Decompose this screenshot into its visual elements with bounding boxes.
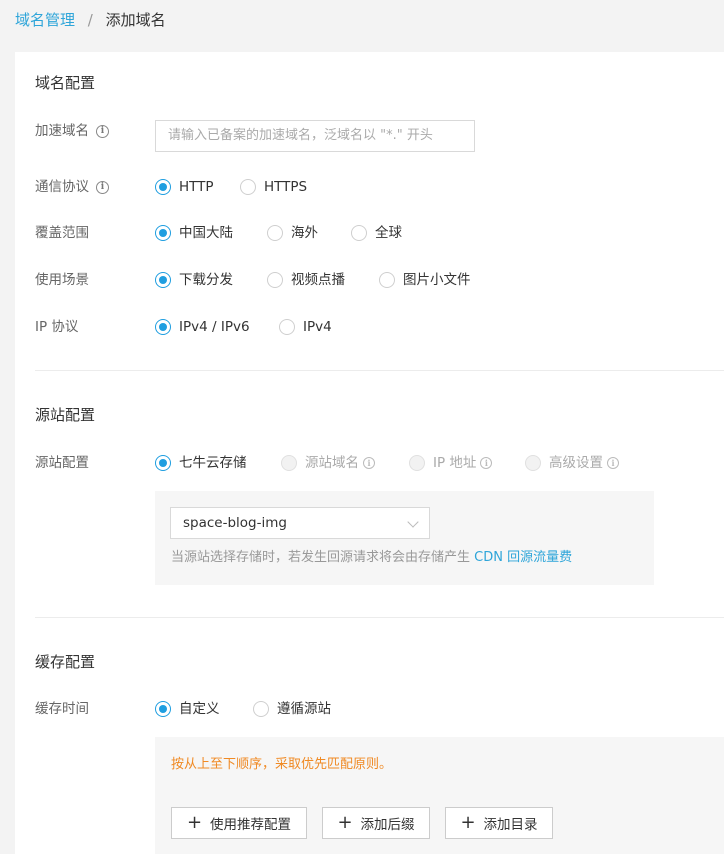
radio-vod[interactable]: 视频点播: [267, 270, 345, 290]
label-ip-protocol: IP 协议: [35, 317, 78, 337]
radio-checked-icon: [155, 179, 171, 195]
radio-custom[interactable]: 自定义: [155, 699, 220, 719]
breadcrumb-current: 添加域名: [105, 11, 166, 29]
info-icon[interactable]: i: [607, 457, 619, 469]
radio-label: 自定义: [179, 701, 220, 717]
cache-rule-hint: 按从上至下顺序，采取优先匹配原则。: [171, 757, 393, 772]
radio-label: 遵循源站: [277, 701, 331, 717]
radio-checked-icon: [155, 701, 171, 717]
add-directory-button[interactable]: + 添加目录: [445, 807, 553, 839]
accel-domain-input[interactable]: 请输入已备案的加速域名，泛域名以 "*." 开头: [155, 120, 475, 152]
label-text: IP 协议: [35, 319, 79, 335]
main-panel: 域名配置 加速域名 i 请输入已备案的加速域名，泛域名以 "*." 开头 通信协…: [15, 52, 724, 854]
breadcrumb-separator: /: [87, 11, 93, 29]
add-suffix-button[interactable]: + 添加后缀: [322, 807, 430, 839]
breadcrumb-domain-management[interactable]: 域名管理: [15, 11, 75, 29]
plus-icon: +: [186, 812, 203, 833]
label-text: 源站配置: [35, 455, 89, 471]
radio-disabled-icon: [525, 455, 541, 471]
radio-ipv4-ipv6[interactable]: IPv4 / IPv6: [155, 317, 250, 337]
button-label: 添加目录: [483, 817, 538, 833]
radio-checked-icon: [155, 319, 171, 335]
radio-label: IPv4: [303, 319, 332, 335]
section-title-domain: 域名配置: [35, 74, 96, 92]
button-label: 添加后缀: [360, 817, 415, 833]
info-icon[interactable]: i: [96, 124, 109, 138]
radio-checked-icon: [155, 272, 171, 288]
origin-detail-box: space-blog-img 当源站选择存储时，若发生回源请求将会由存储产生 C…: [155, 491, 654, 585]
radio-unchecked-icon: [351, 225, 367, 241]
radio-label: IP 地址: [433, 455, 477, 471]
radio-follow-origin[interactable]: 遵循源站: [253, 699, 331, 719]
info-icon[interactable]: i: [363, 457, 375, 469]
radio-label: 海外: [291, 225, 318, 241]
label-scenario: 使用场景: [35, 270, 89, 290]
radio-unchecked-icon: [267, 272, 283, 288]
label-text: 使用场景: [35, 272, 89, 288]
label-cache-time: 缓存时间: [35, 699, 89, 719]
radio-label: 高级设置: [549, 455, 603, 471]
info-icon[interactable]: i: [96, 180, 109, 194]
radio-qiniu-storage[interactable]: 七牛云存储: [155, 453, 247, 473]
radio-label: 全球: [375, 225, 402, 241]
radio-label: 图片小文件: [403, 272, 471, 288]
breadcrumb: 域名管理 / 添加域名: [15, 9, 166, 31]
label-text: 缓存时间: [35, 701, 89, 717]
radio-ipv4[interactable]: IPv4: [279, 317, 332, 337]
radio-global[interactable]: 全球: [351, 223, 402, 243]
radio-disabled-icon: [281, 455, 297, 471]
radio-label: HTTPS: [264, 179, 308, 195]
origin-fee-link[interactable]: CDN 回源流量费: [474, 550, 572, 565]
plus-icon: +: [337, 812, 353, 833]
cache-rules-box: 按从上至下顺序，采取优先匹配原则。 + 使用推荐配置 + 添加后缀 + 添加目录: [155, 737, 724, 854]
section-title-cache: 缓存配置: [35, 653, 96, 671]
divider: [35, 617, 724, 618]
label-text: 通信协议: [35, 179, 89, 195]
chevron-down-icon: [407, 516, 419, 528]
radio-unchecked-icon: [240, 179, 256, 195]
section-title-origin: 源站配置: [35, 406, 96, 424]
radio-https[interactable]: HTTPS: [240, 177, 307, 197]
radio-ip-address: IP 地址 i: [409, 453, 493, 473]
radio-label: HTTP: [179, 179, 214, 195]
button-label: 使用推荐配置: [210, 817, 292, 833]
radio-unchecked-icon: [379, 272, 395, 288]
plus-icon: +: [460, 812, 476, 833]
label-origin: 源站配置: [35, 453, 89, 473]
radio-small-files[interactable]: 图片小文件: [379, 270, 471, 290]
radio-unchecked-icon: [253, 701, 269, 717]
radio-download[interactable]: 下载分发: [155, 270, 233, 290]
radio-disabled-icon: [409, 455, 425, 471]
radio-origin-domain: 源站域名 i: [281, 453, 375, 473]
radio-advanced: 高级设置 i: [525, 453, 619, 473]
radio-label: 下载分发: [179, 272, 233, 288]
radio-unchecked-icon: [267, 225, 283, 241]
origin-hint-text: 当源站选择存储时，若发生回源请求将会由存储产生: [171, 550, 475, 565]
radio-label: 视频点播: [291, 272, 345, 288]
divider: [35, 370, 724, 371]
radio-checked-icon: [155, 225, 171, 241]
radio-label: 源站域名: [305, 455, 359, 471]
label-text: 加速域名: [35, 123, 89, 139]
use-recommended-button[interactable]: + 使用推荐配置: [171, 807, 307, 839]
radio-checked-icon: [155, 455, 171, 471]
label-coverage: 覆盖范围: [35, 223, 89, 243]
radio-mainland[interactable]: 中国大陆: [155, 223, 233, 243]
origin-hint: 当源站选择存储时，若发生回源请求将会由存储产生 CDN 回源流量费: [171, 548, 572, 568]
label-accel-domain: 加速域名 i: [35, 121, 109, 141]
bucket-select[interactable]: space-blog-img: [170, 507, 430, 539]
radio-label: 中国大陆: [179, 225, 233, 241]
info-icon[interactable]: i: [480, 457, 493, 469]
label-text: 覆盖范围: [35, 225, 89, 241]
radio-http[interactable]: HTTP: [155, 177, 214, 197]
radio-label: 七牛云存储: [179, 455, 247, 471]
radio-label: IPv4 / IPv6: [179, 319, 250, 335]
label-protocol: 通信协议 i: [35, 177, 109, 197]
radio-overseas[interactable]: 海外: [267, 223, 318, 243]
bucket-select-value: space-blog-img: [183, 515, 287, 531]
radio-unchecked-icon: [279, 319, 295, 335]
